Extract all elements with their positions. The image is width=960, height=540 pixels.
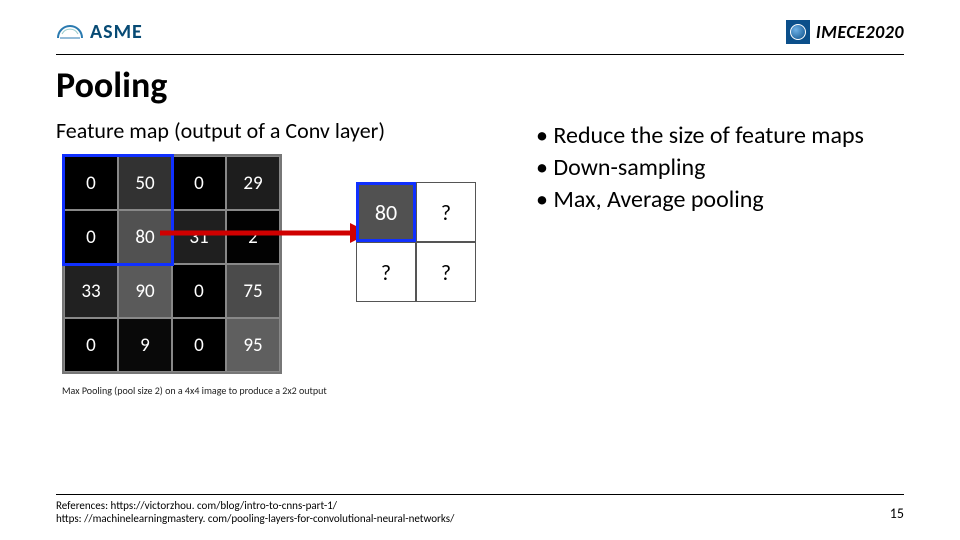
feature-cell: 33: [64, 264, 118, 318]
pooling-diagram: 050029080312339007509095 80??? Max Pooli…: [56, 150, 496, 410]
diagram-caption: Max Pooling (pool size 2) on a 4x4 image…: [62, 384, 327, 397]
output-cell: ?: [356, 242, 416, 302]
feature-cell: 0: [172, 156, 226, 210]
output-cell: 80: [356, 182, 416, 242]
feature-cell: 0: [64, 210, 118, 264]
page-number: 15: [890, 505, 904, 522]
slide-title: Pooling: [56, 63, 904, 107]
bullet-list: Reduce the size of feature mapsDown-samp…: [536, 121, 904, 215]
asme-logo: ASME: [56, 18, 143, 46]
feature-map-label: Feature map (output of a Conv layer): [56, 117, 496, 144]
references-block: References: https://victorzhou. com/blog…: [56, 499, 904, 527]
feature-cell: 29: [226, 156, 280, 210]
footer-divider: [56, 494, 904, 495]
arrow-icon: [160, 208, 370, 258]
asme-logo-text: ASME: [90, 20, 143, 44]
output-cell: ?: [416, 182, 476, 242]
content-row: Feature map (output of a Conv layer) 050…: [56, 117, 904, 410]
imece-logo: IMECE2020: [786, 20, 904, 44]
output-grid: 80???: [356, 182, 476, 302]
footer: References: https://victorzhou. com/blog…: [56, 494, 904, 527]
feature-cell: 50: [118, 156, 172, 210]
reference-line: https: //machinelearningmastery. com/poo…: [56, 512, 904, 526]
slide: ASME IMECE2020 Pooling Feature map (outp…: [0, 0, 960, 540]
header-divider: [56, 54, 904, 55]
feature-cell: 0: [172, 264, 226, 318]
bullet-item: Reduce the size of feature maps: [536, 121, 904, 151]
header-bar: ASME IMECE2020: [56, 12, 904, 52]
feature-cell: 0: [64, 318, 118, 372]
feature-map-grid: 050029080312339007509095: [62, 154, 282, 374]
feature-cell: 0: [64, 156, 118, 210]
imece-globe-icon: [786, 20, 810, 44]
output-cell: ?: [416, 242, 476, 302]
imece-logo-text: IMECE2020: [816, 21, 904, 43]
right-column: Reduce the size of feature mapsDown-samp…: [536, 117, 904, 410]
feature-cell: 90: [118, 264, 172, 318]
feature-cell: 9: [118, 318, 172, 372]
feature-cell: 75: [226, 264, 280, 318]
reference-line: References: https://victorzhou. com/blog…: [56, 499, 904, 513]
asme-globe-icon: [56, 18, 84, 46]
left-column: Feature map (output of a Conv layer) 050…: [56, 117, 496, 410]
feature-cell: 95: [226, 318, 280, 372]
bullet-item: Down-sampling: [536, 153, 904, 183]
feature-cell: 0: [172, 318, 226, 372]
bullet-item: Max, Average pooling: [536, 185, 904, 215]
